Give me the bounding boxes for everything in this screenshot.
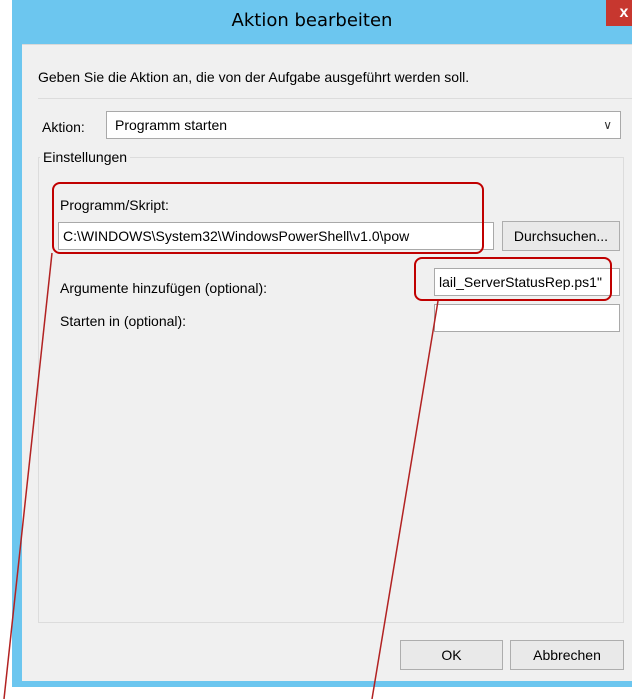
start-in-label: Starten in (optional):: [60, 313, 187, 329]
close-icon: x: [619, 4, 629, 21]
program-script-label: Programm/Skript:: [60, 197, 169, 213]
dialog-window: Aktion bearbeiten x Geben Sie die Aktion…: [12, 0, 632, 687]
program-script-value: C:\WINDOWS\System32\WindowsPowerShell\v1…: [63, 228, 410, 244]
cancel-button[interactable]: Abbrechen: [510, 640, 624, 670]
arguments-input[interactable]: lail_ServerStatusRep.ps1": [434, 268, 620, 296]
title-bar[interactable]: Aktion bearbeiten x: [12, 0, 632, 44]
ok-button[interactable]: OK: [400, 640, 503, 670]
action-label: Aktion:: [42, 119, 85, 135]
action-select-value: Programm starten: [115, 117, 228, 133]
start-in-input[interactable]: [434, 304, 620, 332]
program-script-input[interactable]: C:\WINDOWS\System32\WindowsPowerShell\v1…: [58, 222, 494, 250]
chevron-down-icon: ∨: [603, 118, 612, 132]
dialog-content: Geben Sie die Aktion an, die von der Auf…: [22, 44, 632, 681]
screen: Aktion bearbeiten x Geben Sie die Aktion…: [0, 0, 632, 699]
instruction-text: Geben Sie die Aktion an, die von der Auf…: [38, 69, 470, 85]
divider: [38, 98, 632, 99]
arguments-label: Argumente hinzufügen (optional):: [60, 280, 268, 296]
browse-button[interactable]: Durchsuchen...: [502, 221, 620, 251]
arguments-value: lail_ServerStatusRep.ps1": [439, 274, 602, 290]
close-button[interactable]: x: [606, 0, 632, 26]
window-title: Aktion bearbeiten: [231, 10, 393, 31]
settings-group-label: Einstellungen: [40, 149, 131, 165]
action-select[interactable]: Programm starten ∨: [106, 111, 621, 139]
